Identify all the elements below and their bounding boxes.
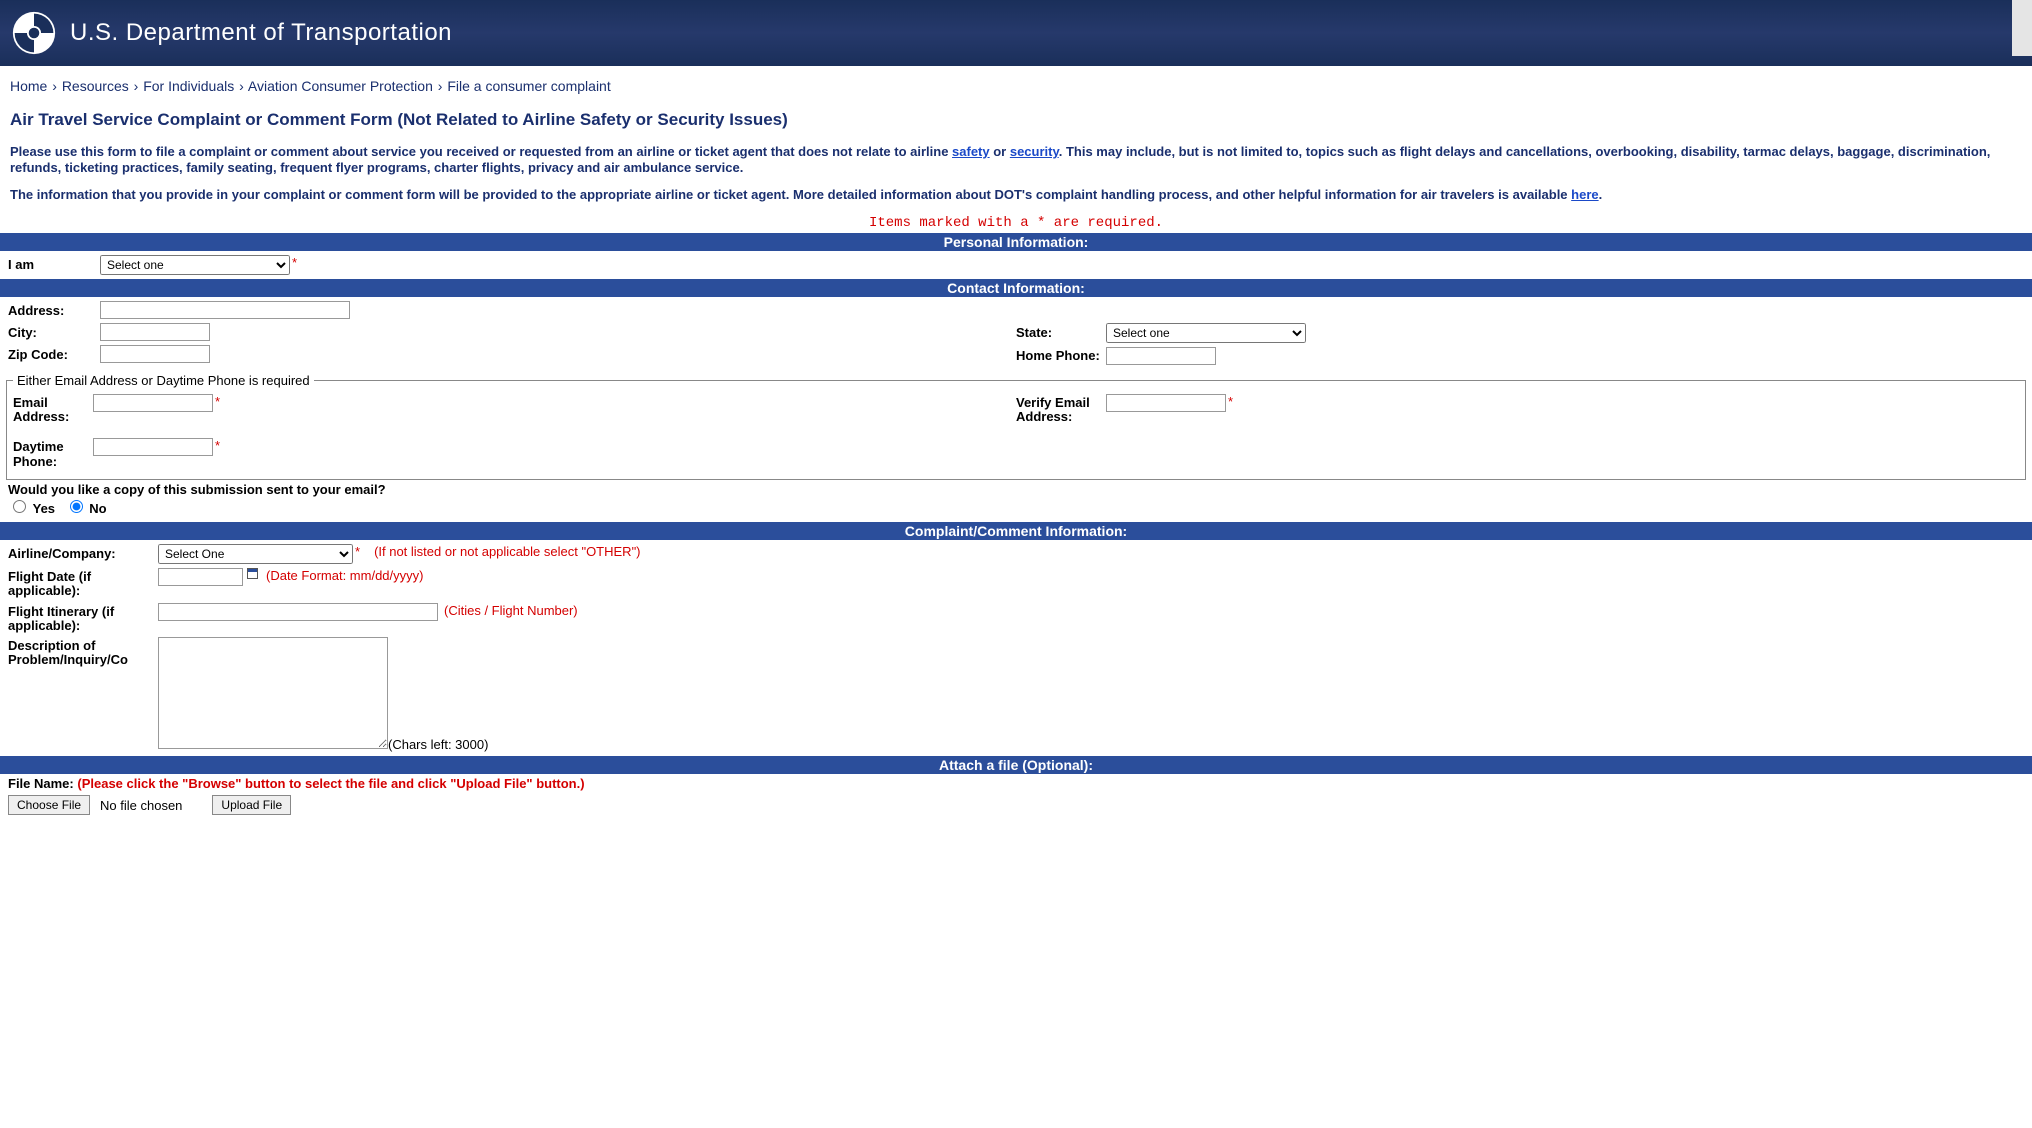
daytime-phone-input[interactable] bbox=[93, 438, 213, 456]
security-link[interactable]: security bbox=[1010, 144, 1059, 159]
label-email: Email Address: bbox=[13, 394, 93, 425]
breadcrumb-link[interactable]: Home bbox=[10, 78, 47, 94]
no-file-chosen-text: No file chosen bbox=[100, 798, 182, 813]
label-city: City: bbox=[8, 323, 100, 340]
label-itinerary: Flight Itinerary (if applicable): bbox=[8, 603, 158, 634]
label-file-name: File Name: bbox=[8, 776, 74, 791]
page-title: Air Travel Service Complaint or Comment … bbox=[0, 102, 2032, 144]
required-marker: * bbox=[215, 394, 220, 409]
file-hint: (Please click the "Browse" button to sel… bbox=[77, 776, 584, 791]
safety-link[interactable]: safety bbox=[952, 144, 990, 159]
intro-text-part: The information that you provide in your… bbox=[10, 187, 1571, 202]
breadcrumb-link[interactable]: File a consumer complaint bbox=[447, 78, 610, 94]
itinerary-input[interactable] bbox=[158, 603, 438, 621]
label-i-am: I am bbox=[8, 255, 100, 272]
flight-date-input[interactable] bbox=[158, 568, 243, 586]
dot-logo-icon bbox=[12, 11, 56, 55]
email-phone-group: Either Email Address or Daytime Phone is… bbox=[6, 373, 2026, 480]
intro-text-part: Please use this form to file a complaint… bbox=[10, 144, 952, 159]
itinerary-hint: (Cities / Flight Number) bbox=[444, 603, 578, 618]
airline-select[interactable]: Select One bbox=[158, 544, 353, 564]
address-input[interactable] bbox=[100, 301, 350, 319]
section-complaint: Complaint/Comment Information: bbox=[0, 522, 2032, 540]
copy-yes-label: Yes bbox=[33, 501, 55, 516]
state-select[interactable]: Select one bbox=[1106, 323, 1306, 343]
required-note: Items marked with a * are required. bbox=[0, 213, 2032, 233]
required-marker: * bbox=[215, 438, 220, 453]
label-zip: Zip Code: bbox=[8, 345, 100, 362]
city-input[interactable] bbox=[100, 323, 210, 341]
breadcrumb-link[interactable]: Resources bbox=[62, 78, 129, 94]
copy-yes-radio[interactable] bbox=[13, 500, 26, 513]
description-textarea[interactable] bbox=[158, 637, 388, 749]
copy-question-text: Would you like a copy of this submission… bbox=[8, 482, 2024, 497]
airline-hint: (If not listed or not applicable select … bbox=[374, 544, 640, 559]
legend-email-phone: Either Email Address or Daytime Phone is… bbox=[13, 373, 314, 388]
copy-no-label: No bbox=[89, 501, 106, 516]
home-phone-input[interactable] bbox=[1106, 347, 1216, 365]
breadcrumb-link[interactable]: Aviation Consumer Protection bbox=[248, 78, 433, 94]
intro-text-part: . bbox=[1599, 187, 1603, 202]
header-scroll-placeholder bbox=[2012, 0, 2032, 56]
breadcrumb-link[interactable]: For Individuals bbox=[143, 78, 234, 94]
verify-email-input[interactable] bbox=[1106, 394, 1226, 412]
site-title: U.S. Department of Transportation bbox=[70, 19, 452, 47]
required-marker: * bbox=[292, 255, 297, 270]
label-flight-date: Flight Date (if applicable): bbox=[8, 568, 158, 599]
calendar-icon[interactable] bbox=[247, 568, 258, 579]
label-airline: Airline/Company: bbox=[8, 544, 158, 561]
choose-file-button[interactable]: Choose File bbox=[8, 795, 90, 815]
section-attach: Attach a file (Optional): bbox=[0, 756, 2032, 774]
label-address: Address: bbox=[8, 301, 100, 318]
intro-text-part: or bbox=[990, 144, 1010, 159]
label-daytime-phone: Daytime Phone: bbox=[13, 438, 93, 469]
required-marker: * bbox=[355, 544, 360, 559]
intro-text: Please use this form to file a complaint… bbox=[0, 144, 2032, 203]
section-contact: Contact Information: bbox=[0, 279, 2032, 297]
date-hint: (Date Format: mm/dd/yyyy) bbox=[266, 568, 423, 583]
site-header: U.S. Department of Transportation bbox=[0, 0, 2032, 66]
label-home-phone: Home Phone: bbox=[1016, 347, 1106, 363]
i-am-select[interactable]: Select one bbox=[100, 255, 290, 275]
here-link[interactable]: here bbox=[1571, 187, 1598, 202]
section-personal: Personal Information: bbox=[0, 233, 2032, 251]
copy-question: Would you like a copy of this submission… bbox=[0, 482, 2032, 522]
email-input[interactable] bbox=[93, 394, 213, 412]
required-marker: * bbox=[1228, 394, 1233, 409]
label-state: State: bbox=[1016, 323, 1106, 340]
copy-no-radio[interactable] bbox=[70, 500, 83, 513]
chars-left: (Chars left: 3000) bbox=[388, 737, 488, 752]
breadcrumb: Home › Resources › For Individuals › Avi… bbox=[0, 66, 2032, 102]
zip-input[interactable] bbox=[100, 345, 210, 363]
label-description: Description of Problem/Inquiry/Co bbox=[8, 637, 158, 668]
upload-file-button[interactable]: Upload File bbox=[212, 795, 291, 815]
label-verify-email: Verify Email Address: bbox=[1016, 394, 1106, 425]
